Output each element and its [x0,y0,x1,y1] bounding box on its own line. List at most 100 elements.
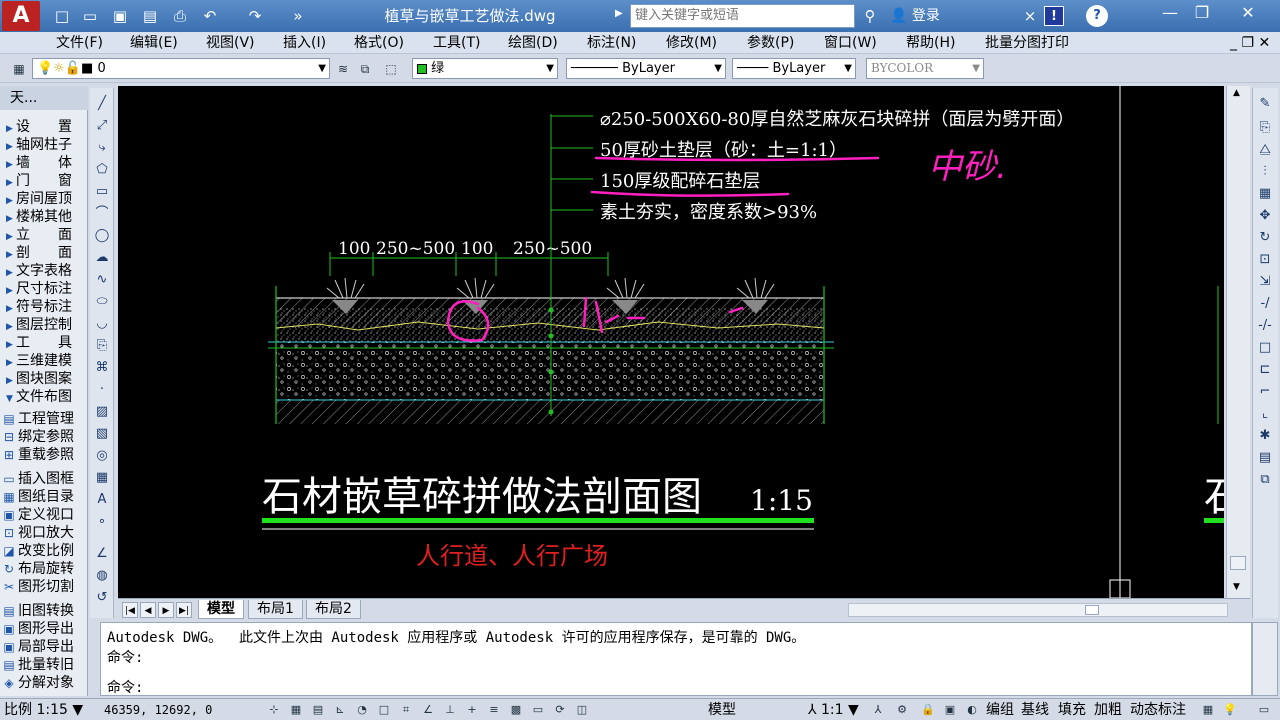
chamfer-icon[interactable]: ⌐ [1255,382,1275,402]
side-item-door-window[interactable]: ▶ 门 窗 [0,172,88,190]
bold-button[interactable]: 加粗 [1094,701,1122,719]
menu-dimension[interactable]: 标注(N) [587,35,636,51]
region-icon[interactable]: ◎ [92,446,112,466]
minimize-button[interactable]: — [1155,2,1185,24]
save-icon[interactable]: ▣ [110,6,130,26]
layer-manager-icon[interactable]: ▦ [10,60,28,78]
tool-batch-convert[interactable]: ▤ 批量转旧 [0,656,88,674]
tool-drawing-index[interactable]: ▦ 图纸目录 [0,488,88,506]
baseline-button[interactable]: 基线 [1021,701,1049,719]
layer-state-icon[interactable]: ⬚ [382,60,400,78]
side-item-layer-control[interactable]: ▶ 图层控制 [0,316,88,334]
stretch-icon[interactable]: ⇲ [1255,272,1275,292]
snap-icon[interactable]: ▦ [288,702,304,718]
side-item-settings[interactable]: ▶ 设 置 [0,118,88,136]
annotation-monitor-icon[interactable]: ◫ [574,702,590,718]
first-tab-icon[interactable]: |◀ [122,602,138,618]
hatch-icon[interactable]: ▨ [92,402,112,422]
revcloud-icon[interactable]: ☁ [92,248,112,268]
dynamic-dimension-button[interactable]: 动态标注 [1130,701,1186,719]
tool-export[interactable]: ▣ 图形导出 [0,620,88,638]
tab-model[interactable]: 模型 [198,600,244,619]
redo-icon[interactable]: ↷ [245,6,265,26]
tool-convert-old[interactable]: ▤ 旧图转换 [0,602,88,620]
polyline-icon[interactable]: ⤷ [92,138,112,158]
annotation-visibility-icon[interactable]: ⅄ [870,702,886,718]
drawing-canvas[interactable]: 100 250~500 100 250~500 ⌀250-500X60-80厚自… [118,86,1224,598]
hscroll-thumb[interactable] [1085,605,1099,615]
scale-selector[interactable]: 比例 1:15 ▼ [4,701,83,719]
side-item-tools[interactable]: ▶ 工 具 [0,334,88,352]
ortho-icon[interactable]: ⊾ [332,702,348,718]
offset-icon[interactable]: ⫶ [1255,162,1275,182]
line-icon[interactable]: ╱ [92,94,112,114]
hardware-accel-icon[interactable]: ▣ [942,702,958,718]
fill-button[interactable]: 填充 [1058,701,1086,719]
lineweight-icon[interactable]: ≡ [486,702,502,718]
explode-icon[interactable]: ✱ [1255,426,1275,446]
tool-reload-xref[interactable]: ⊞ 重载参照 [0,446,88,464]
application-logo[interactable]: A [2,1,40,31]
ellipse-arc-icon[interactable]: ◡ [92,314,112,334]
tab-layout2[interactable]: 布局2 [306,600,361,619]
tool-change-scale[interactable]: ◪ 改变比例 [0,542,88,560]
horizontal-scrollbar[interactable] [848,603,1228,617]
tool-partial-export[interactable]: ▣ 局部导出 [0,638,88,656]
tool-insert-frame[interactable]: ▭ 插入图框 [0,470,88,488]
make-current-layer-icon[interactable]: ≋ [334,60,352,78]
menu-view[interactable]: 视图(V) [206,35,255,51]
erase-icon[interactable]: ✎ [1255,94,1275,114]
make-block-icon[interactable]: ⌘ [92,358,112,378]
more-tools-icon[interactable]: » [288,6,308,26]
toolbar-lock-icon[interactable]: ▦ [1200,702,1216,718]
print-icon[interactable]: ⎙ [170,6,190,26]
extend-icon[interactable]: -/- [1255,316,1275,336]
maximize-button[interactable]: ❐ [1187,2,1217,24]
otrack-icon[interactable]: ∠ [420,702,436,718]
join-icon[interactable]: ⊏ [1255,360,1275,380]
tool-explode[interactable]: ◈ 分解对象 [0,674,88,692]
break-icon[interactable]: □ [1255,338,1275,358]
side-item-symbols[interactable]: ▶ 符号标注 [0,298,88,316]
search-input[interactable]: 键入关键字或短语 [630,4,855,28]
angle-icon[interactable]: ∠ [92,544,112,564]
side-item-wall[interactable]: ▶ 墙 体 [0,154,88,172]
color-dropdown[interactable]: 绿 ▼ [412,58,558,79]
side-item-elevation[interactable]: ▶ 立 面 [0,226,88,244]
tool-cut-drawing[interactable]: ✂ 图形切割 [0,578,88,596]
osnap-icon[interactable]: □ [376,702,392,718]
rotate-icon[interactable]: ↻ [1255,228,1275,248]
matchprop-icon[interactable]: ⧉ [1255,470,1275,490]
grid-icon[interactable]: ▤ [310,702,326,718]
scale-icon[interactable]: ⊡ [1255,250,1275,270]
construction-line-icon[interactable]: ⤢ [92,116,112,136]
tool-bind-xref[interactable]: ⊟ 绑定参照 [0,428,88,446]
move-icon[interactable]: ✥ [1255,206,1275,226]
menu-format[interactable]: 格式(O) [354,35,404,51]
command-prompt[interactable]: 命令: [107,677,143,697]
3d-osnap-icon[interactable]: ⌗ [398,702,414,718]
side-item-axis[interactable]: ▶ 轴网柱子 [0,136,88,154]
quick-props-icon[interactable]: ▭ [530,702,546,718]
login-button[interactable]: 👤 登录 [890,4,1000,28]
tool-project-manager[interactable]: ▤ 工程管理 [0,410,88,428]
gradient-icon[interactable]: ▧ [92,424,112,444]
prev-tab-icon[interactable]: ◀ [140,602,156,618]
scroll-down-icon[interactable]: ▼ [1233,582,1240,592]
menu-modify[interactable]: 修改(M) [666,35,717,51]
insert-block-icon[interactable]: ⎘ [92,336,112,356]
layer-previous-icon[interactable]: ⧉ [356,60,374,78]
side-item-dimension[interactable]: ▶ 尺寸标注 [0,280,88,298]
clean-screen-icon[interactable]: ▭ [1256,702,1272,718]
model-space-label[interactable]: 模型 [708,701,736,719]
next-tab-icon[interactable]: ▶ [158,602,174,618]
menu-tools[interactable]: 工具(T) [433,35,480,51]
side-item-blocks[interactable]: ▶ 图块图案 [0,370,88,388]
tool-layout-rotate[interactable]: ↻ 布局旋转 [0,560,88,578]
search-expand-icon[interactable]: ▶ [615,8,623,19]
side-item-section[interactable]: ▶ 剖 面 [0,244,88,262]
save-as-icon[interactable]: ▤ [140,6,160,26]
linetype-dropdown[interactable]: ────── ByLayer ▼ [566,58,726,79]
vertical-scrollbar[interactable]: ▲ ▼ [1226,86,1250,598]
menu-help[interactable]: 帮助(H) [906,35,955,51]
